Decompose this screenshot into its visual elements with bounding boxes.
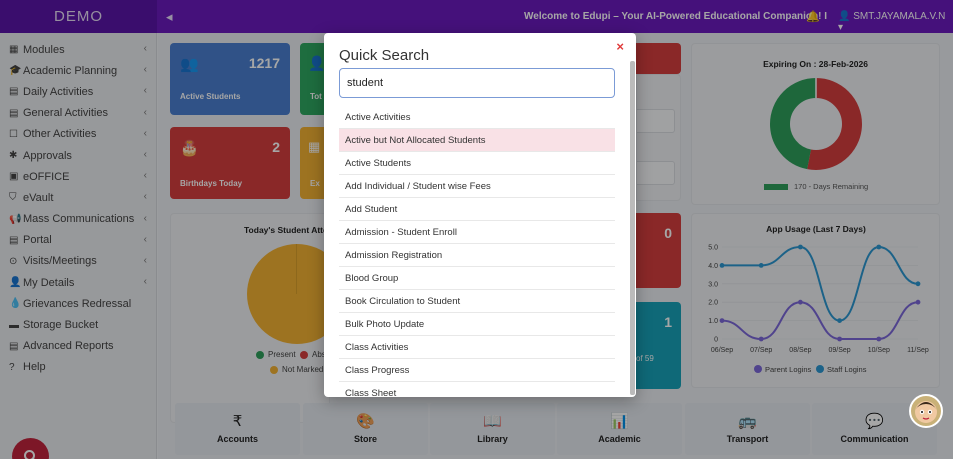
search-result-item[interactable]: Admission Registration (339, 244, 615, 267)
quick-search-modal: Quick Search × Active ActivitiesActive b… (324, 33, 636, 397)
search-result-item[interactable]: Admission - Student Enroll (339, 221, 615, 244)
search-result-item[interactable]: Active but Not Allocated Students (339, 129, 615, 152)
search-result-item[interactable]: Class Sheet (339, 382, 615, 397)
quick-search-input[interactable] (339, 68, 615, 98)
search-result-item[interactable]: Class Progress (339, 359, 615, 382)
search-result-item[interactable]: Add Individual / Student wise Fees (339, 175, 615, 198)
assistant-face-icon (915, 401, 937, 423)
assistant-avatar[interactable] (909, 394, 943, 428)
quick-search-results: Active Activities Active but Not Allocate… (339, 106, 615, 397)
results-scrollbar[interactable] (630, 61, 635, 395)
search-result-item[interactable]: Class Activities (339, 336, 615, 359)
search-result-item[interactable]: Bulk Photo Update (339, 313, 615, 336)
search-result-item[interactable]: Book Circulation to Student (339, 290, 615, 313)
close-icon[interactable]: × (616, 39, 624, 54)
search-result-item[interactable]: Active Activities (339, 106, 615, 129)
quick-search-title: Quick Search (339, 47, 430, 64)
search-result-item[interactable]: Blood Group (339, 267, 615, 290)
search-result-item[interactable]: Active Students (339, 152, 615, 175)
search-result-item[interactable]: Add Student (339, 198, 615, 221)
